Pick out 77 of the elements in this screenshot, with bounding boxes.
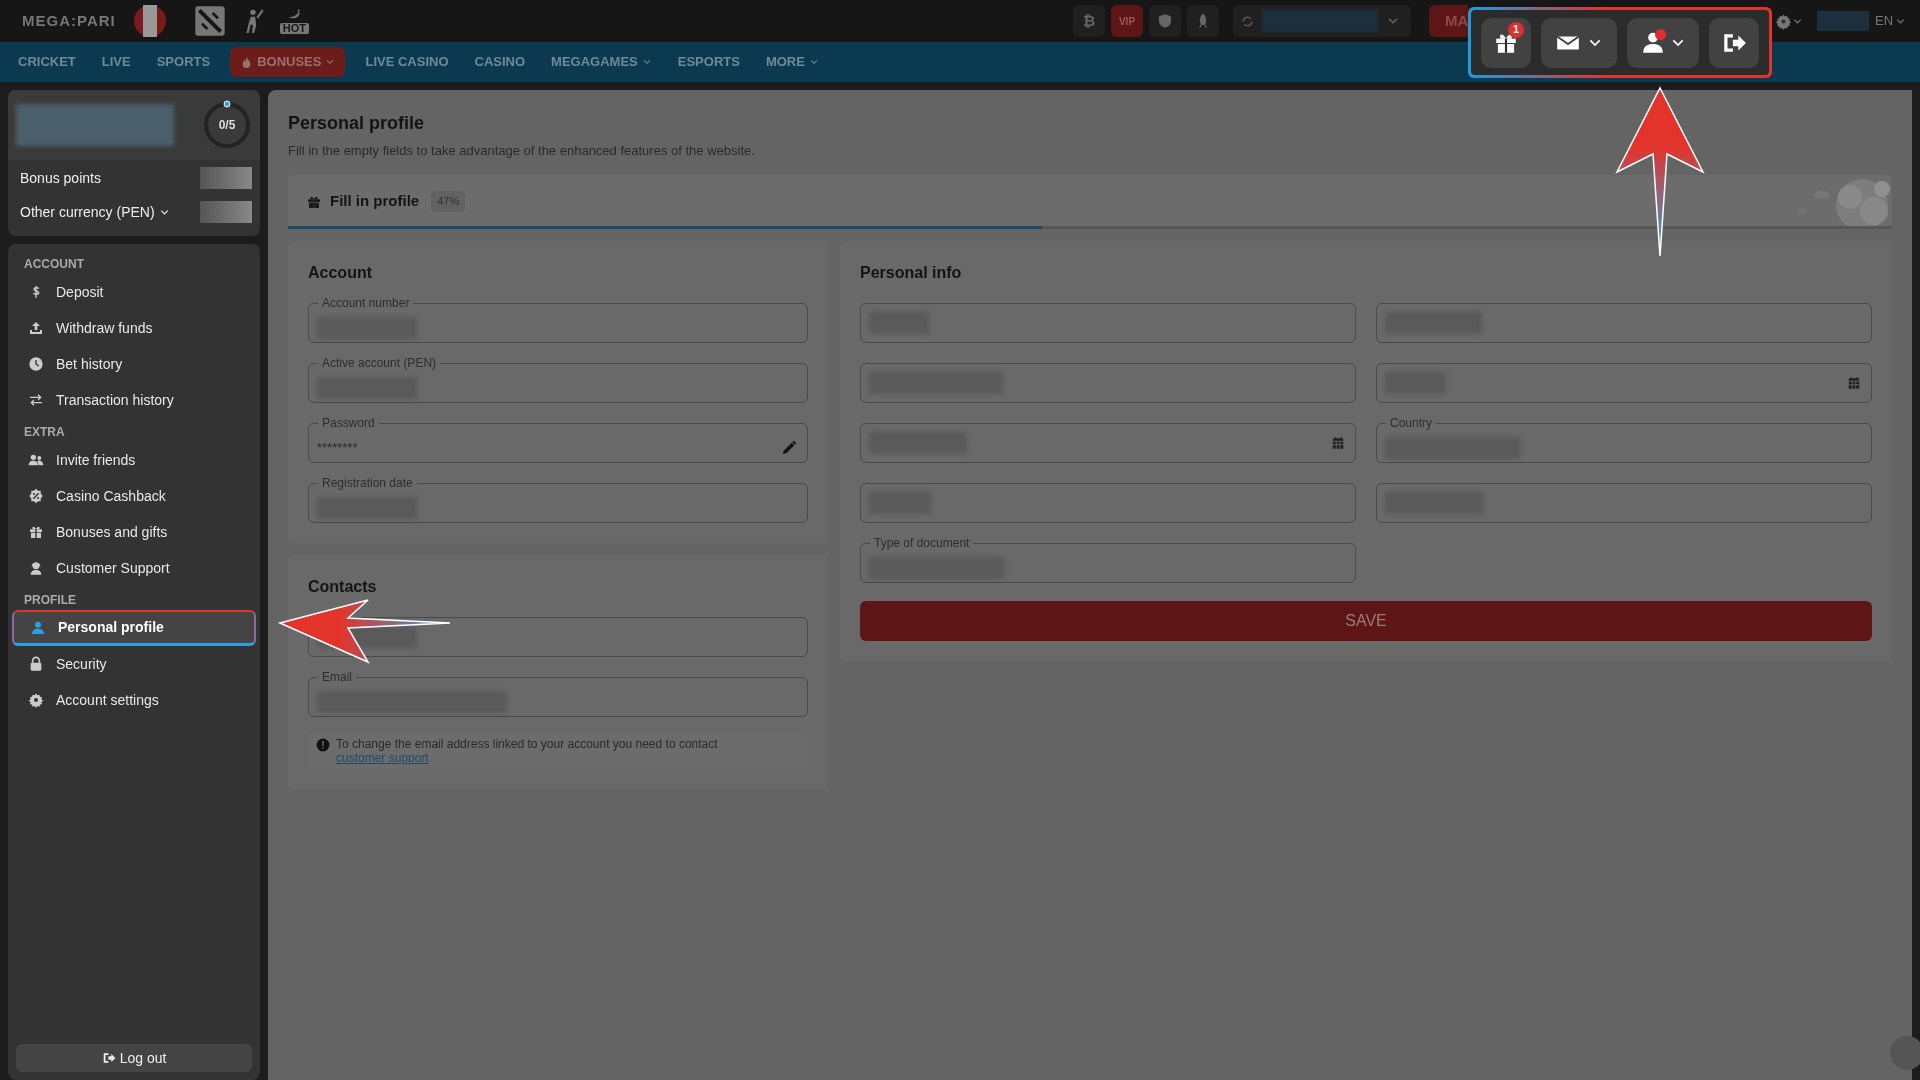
nav-item[interactable]: MORE [765, 47, 819, 77]
nav-item[interactable]: CRICKET [18, 47, 76, 77]
sidebar-item[interactable]: Account settings [12, 682, 256, 718]
info-note: To change the email address linked to your account you need to contact customer support [336, 736, 719, 765]
section-heading: PROFILE [23, 592, 77, 609]
info-icon [316, 737, 330, 752]
percent-badge-icon [28, 488, 44, 504]
input-field[interactable] [1376, 482, 1872, 523]
sidebar-item[interactable]: Transaction history [12, 382, 256, 418]
card-title: Account [308, 262, 373, 283]
people-icon [28, 452, 44, 468]
sidebar-item[interactable]: Bonuses and gifts [12, 514, 256, 550]
settings-icon [28, 692, 44, 708]
profile-button[interactable] [1627, 17, 1699, 68]
nav-item[interactable]: BONUSES [230, 47, 346, 77]
pencil-icon [781, 439, 797, 456]
refresh-icon [1241, 14, 1254, 28]
support-link[interactable]: customer support [336, 750, 429, 765]
sidebar-item[interactable]: Security [12, 646, 256, 682]
section-heading: EXTRA [23, 424, 66, 441]
sidebar-item[interactable]: Customer Support [12, 550, 256, 586]
input-field[interactable] [1376, 362, 1872, 403]
section-heading: ACCOUNT [23, 256, 85, 273]
gift-button[interactable]: 1 [1481, 17, 1531, 68]
logout-icon [101, 1051, 116, 1065]
currency-selector[interactable]: Other currency (PEN) [20, 201, 170, 223]
blurred-value [1817, 11, 1869, 31]
nav-item[interactable]: LIVE CASINO [365, 47, 449, 77]
messages-button[interactable] [1541, 17, 1617, 68]
logout-button[interactable] [1709, 17, 1759, 68]
page-title: Personal profile [288, 112, 426, 135]
save-button[interactable]: SAVE [860, 600, 1872, 641]
settings-icon [1775, 12, 1792, 30]
input-field[interactable] [860, 302, 1356, 343]
input-field[interactable] [860, 362, 1356, 403]
lock-icon [28, 656, 44, 672]
nav-item[interactable]: CASINO [474, 47, 526, 77]
page-subtitle: Fill in the empty fields to take advantage of the enhanced features of the website. [288, 142, 756, 160]
input-field[interactable] [1376, 302, 1872, 343]
sidebar-item[interactable]: Deposit [12, 274, 256, 310]
vip-button[interactable]: VIP [1111, 5, 1143, 37]
notification-count: 1 [1508, 21, 1524, 38]
user-icon [30, 619, 46, 636]
input-field[interactable] [860, 422, 1356, 463]
logo[interactable]: MEGA:PARI [22, 9, 116, 33]
nav-item[interactable]: MEGAGAMES [551, 47, 652, 77]
progress-ring: 0/5 [202, 100, 252, 150]
blurred-value [200, 201, 252, 223]
crypto-button[interactable]: ₿ [1073, 5, 1105, 37]
shield-button[interactable] [1149, 5, 1181, 37]
gift-icon [28, 524, 44, 540]
sidebar-item[interactable]: Withdraw funds [12, 310, 256, 346]
nav-item[interactable]: SPORTS [156, 47, 211, 77]
sidebar-item[interactable]: Bet history [12, 346, 256, 382]
nav-item[interactable]: ESPORTS [677, 47, 740, 77]
language-button[interactable]: EN [1875, 5, 1911, 37]
rocket-button[interactable] [1187, 5, 1219, 37]
calendar-icon [1847, 375, 1861, 390]
sidebar-item[interactable]: Invite friends [12, 442, 256, 478]
card-title: Personal info [860, 262, 963, 283]
blurred-value [200, 167, 252, 189]
hot-badge[interactable]: HOT [279, 8, 309, 34]
arrows-icon [28, 392, 44, 408]
sidebar-item[interactable]: Personal profile [12, 610, 256, 646]
nav-item[interactable]: LIVE [101, 47, 131, 77]
shield-icon [1157, 13, 1173, 29]
input-field[interactable] [860, 482, 1356, 523]
balance-label: Bonus points [20, 168, 101, 188]
upload-icon [28, 320, 44, 336]
progress-label: Fill in profile [330, 191, 420, 212]
calendar-icon [1331, 435, 1345, 450]
card-title: Contacts [308, 576, 378, 597]
clock-icon [28, 356, 44, 372]
logout-button[interactable]: Log out [16, 1044, 252, 1072]
headset-person-icon [28, 560, 44, 576]
flag-icon[interactable] [133, 5, 166, 37]
sidebar-item[interactable]: Casino Cashback [12, 478, 256, 514]
